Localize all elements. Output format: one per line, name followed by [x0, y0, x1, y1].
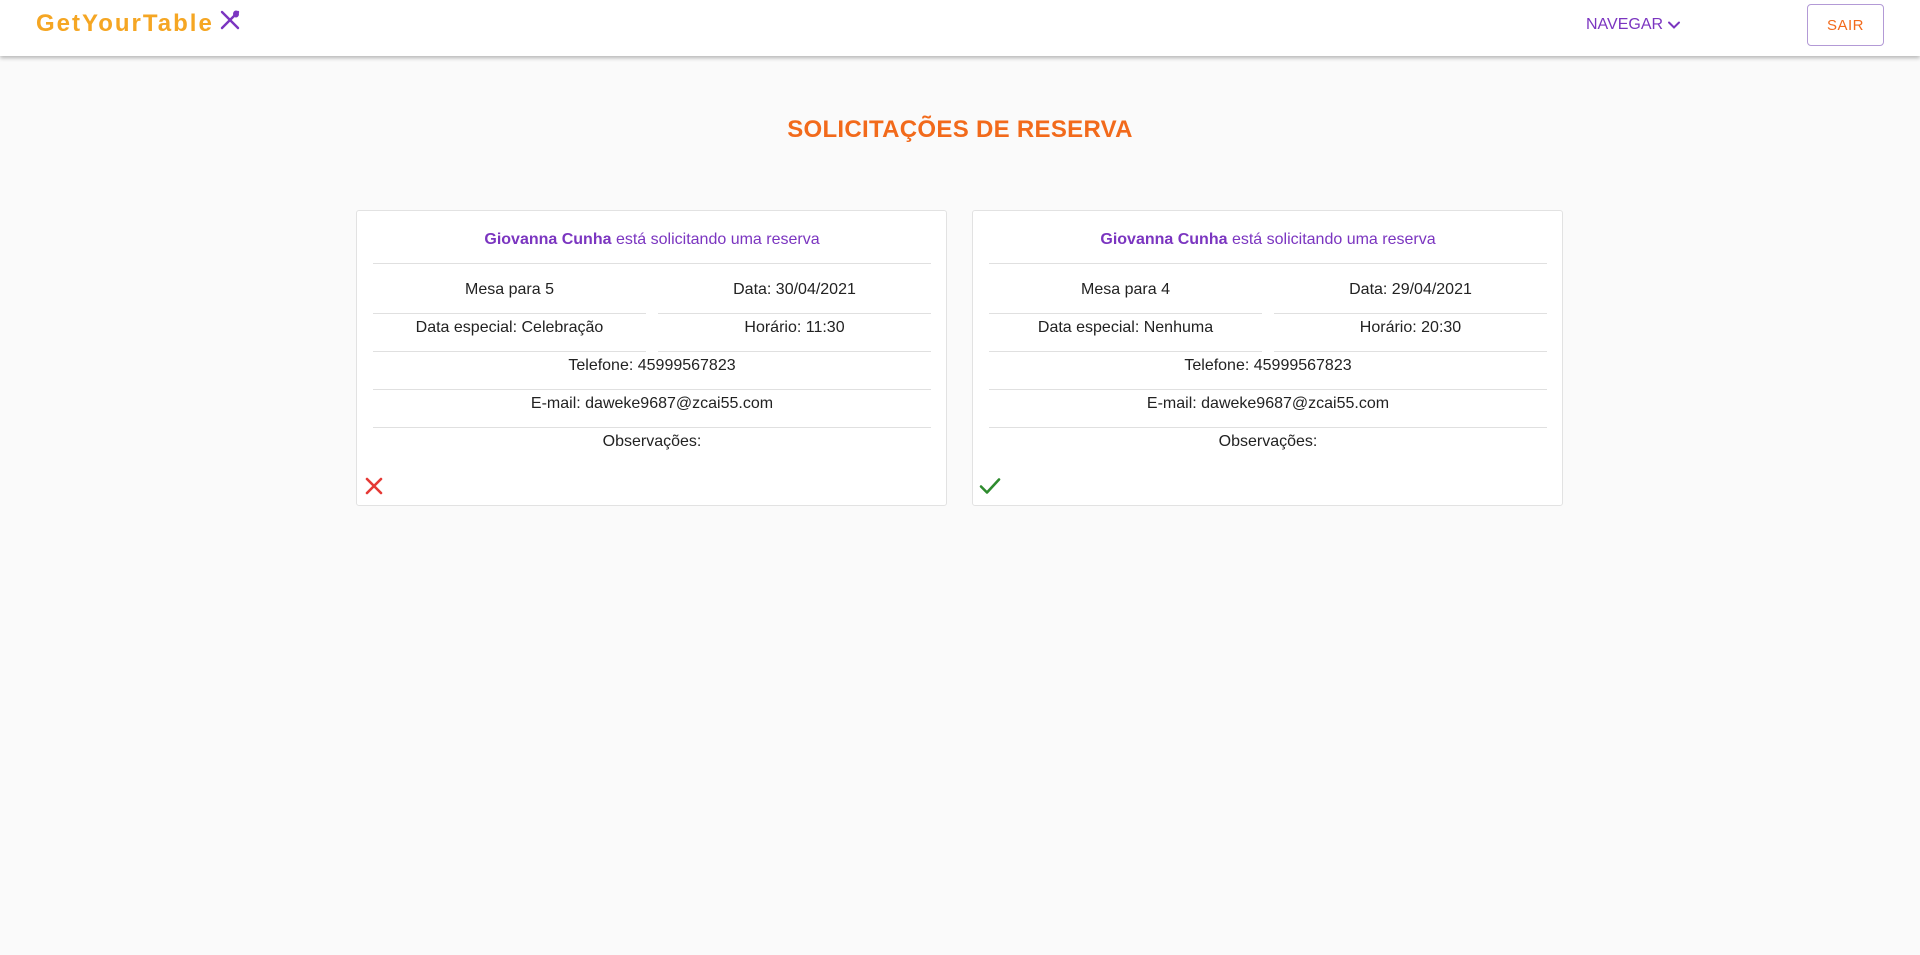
chevron-down-icon [1668, 21, 1681, 29]
notes: Observações: [1218, 433, 1318, 450]
phone: Telefone: 45999567823 [989, 357, 1547, 390]
reservation-date: Data: 30/04/2021 [658, 281, 931, 314]
request-text: está solicitando uma reserva [1231, 231, 1436, 248]
check-icon[interactable] [978, 474, 1002, 498]
top-navbar: GetYourTable NAVEGAR SAIR [0, 0, 1920, 56]
requester-name: Giovanna Cunha [484, 231, 612, 248]
brand-logo[interactable]: GetYourTable [36, 10, 242, 38]
navigate-menu[interactable]: NAVEGAR [1586, 16, 1681, 34]
reservation-request-card: Giovanna Cunha está solicitando uma rese… [972, 210, 1563, 506]
reservation-time: Horário: 20:30 [1274, 319, 1547, 352]
utensils-icon [220, 10, 239, 30]
navigate-menu-label: NAVEGAR [1586, 16, 1664, 33]
brand-name: GetYourTable [36, 10, 214, 37]
special-date: Data especial: Nenhuma [989, 319, 1262, 352]
phone: Telefone: 45999567823 [373, 357, 931, 390]
email: E-mail: daweke9687@zcai55.com [989, 395, 1547, 428]
reservation-request-card: Giovanna Cunha está solicitando uma rese… [356, 210, 947, 506]
logout-button[interactable]: SAIR [1807, 4, 1884, 46]
reservation-time: Horário: 11:30 [658, 319, 931, 352]
reservation-date: Data: 29/04/2021 [1274, 281, 1547, 314]
request-header: Giovanna Cunha está solicitando uma rese… [989, 231, 1547, 264]
request-header: Giovanna Cunha está solicitando uma rese… [373, 231, 931, 264]
notes: Observações: [602, 433, 702, 450]
close-icon[interactable] [362, 474, 386, 498]
table-size: Mesa para 4 [989, 281, 1262, 314]
email: E-mail: daweke9687@zcai55.com [373, 395, 931, 428]
special-date: Data especial: Celebração [373, 319, 646, 352]
page-title: SOLICITAÇÕES DE RESERVA [787, 116, 1133, 143]
request-text: está solicitando uma reserva [615, 231, 820, 248]
table-size: Mesa para 5 [373, 281, 646, 314]
requester-name: Giovanna Cunha [1100, 231, 1228, 248]
